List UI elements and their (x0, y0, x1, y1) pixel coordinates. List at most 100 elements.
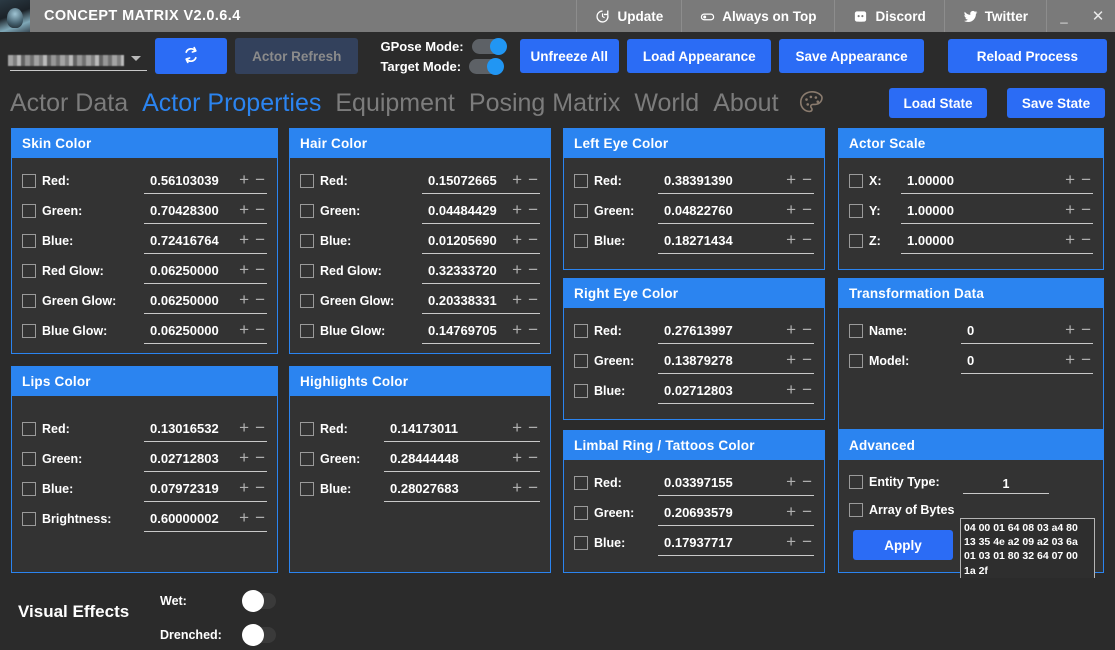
save-appearance-button[interactable]: Save Appearance (779, 39, 924, 73)
plus-icon[interactable]: + (1065, 321, 1075, 338)
minus-icon[interactable]: − (1081, 231, 1091, 248)
field-checkbox[interactable] (574, 174, 588, 188)
discord-button[interactable]: Discord (834, 0, 943, 32)
plus-icon[interactable]: + (512, 321, 522, 338)
field-value[interactable]: 0.56103039 (144, 173, 239, 188)
field-value[interactable]: 0.06250000 (144, 263, 239, 278)
field-value[interactable]: 0.28027683 (384, 481, 512, 496)
plus-icon[interactable]: + (786, 351, 796, 368)
plus-icon[interactable]: + (1065, 201, 1075, 218)
drenched-effect-toggle[interactable] (242, 624, 276, 646)
save-state-button[interactable]: Save State (1007, 88, 1105, 118)
plus-icon[interactable]: + (1065, 171, 1075, 188)
refresh-button[interactable] (155, 38, 228, 74)
field-value[interactable]: 0.15072665 (422, 173, 512, 188)
tab-actor-data[interactable]: Actor Data (10, 90, 128, 116)
field-value[interactable]: 1.00000 (901, 173, 1065, 188)
minus-icon[interactable]: − (802, 381, 812, 398)
field-value[interactable]: 0 (961, 323, 1065, 338)
update-button[interactable]: Update (576, 0, 681, 32)
field-value[interactable]: 0.07972319 (144, 481, 239, 496)
minus-icon[interactable]: − (255, 291, 265, 308)
field-value[interactable]: 1.00000 (901, 233, 1065, 248)
minus-icon[interactable]: − (528, 261, 538, 278)
field-checkbox[interactable] (22, 324, 36, 338)
field-checkbox[interactable] (22, 422, 36, 436)
field-checkbox[interactable] (574, 506, 588, 520)
plus-icon[interactable]: + (786, 321, 796, 338)
plus-icon[interactable]: + (1065, 351, 1075, 368)
field-value[interactable]: 0.04822760 (658, 203, 786, 218)
minus-icon[interactable]: − (1081, 171, 1091, 188)
field-checkbox[interactable] (849, 324, 863, 338)
minus-icon[interactable]: − (1081, 351, 1091, 368)
field-value[interactable]: 0.32333720 (422, 263, 512, 278)
field-value[interactable]: 0.04484429 (422, 203, 512, 218)
field-value[interactable]: 0.70428300 (144, 203, 239, 218)
plus-icon[interactable]: + (1065, 231, 1075, 248)
field-checkbox[interactable] (574, 234, 588, 248)
field-checkbox[interactable] (574, 324, 588, 338)
field-value[interactable]: 0.72416764 (144, 233, 239, 248)
minus-icon[interactable]: − (255, 231, 265, 248)
plus-icon[interactable]: + (786, 503, 796, 520)
plus-icon[interactable]: + (512, 261, 522, 278)
tab-equipment[interactable]: Equipment (335, 90, 455, 116)
field-checkbox[interactable] (300, 264, 314, 278)
field-value[interactable]: 1.00000 (901, 203, 1065, 218)
plus-icon[interactable]: + (239, 291, 249, 308)
actor-dropdown[interactable] (8, 39, 148, 73)
field-checkbox[interactable] (22, 482, 36, 496)
minus-icon[interactable]: − (802, 171, 812, 188)
field-value[interactable]: 0.20338331 (422, 293, 512, 308)
minus-icon[interactable]: − (255, 261, 265, 278)
field-checkbox[interactable] (574, 354, 588, 368)
field-checkbox[interactable] (300, 324, 314, 338)
field-value[interactable]: 0.20693579 (658, 505, 786, 520)
minus-icon[interactable]: − (802, 533, 812, 550)
unfreeze-all-button[interactable]: Unfreeze All (519, 39, 620, 73)
minus-icon[interactable]: − (528, 479, 538, 496)
minus-icon[interactable]: − (255, 321, 265, 338)
minus-icon[interactable]: − (255, 419, 265, 436)
always-on-top-button[interactable]: Always on Top (681, 0, 834, 32)
minus-icon[interactable]: − (802, 201, 812, 218)
field-value[interactable]: 0.06250000 (144, 323, 239, 338)
minus-icon[interactable]: − (802, 231, 812, 248)
field-value[interactable]: 0.38391390 (658, 173, 786, 188)
field-checkbox[interactable] (300, 204, 314, 218)
plus-icon[interactable]: + (239, 509, 249, 526)
tab-about[interactable]: About (713, 90, 778, 116)
field-checkbox[interactable] (22, 294, 36, 308)
field-checkbox[interactable] (849, 174, 863, 188)
entity-type-checkbox[interactable] (849, 475, 863, 489)
plus-icon[interactable]: + (512, 291, 522, 308)
field-checkbox[interactable] (574, 204, 588, 218)
twitter-button[interactable]: Twitter (943, 0, 1046, 32)
minus-icon[interactable]: − (1081, 201, 1091, 218)
field-value[interactable]: 0.13879278 (658, 353, 786, 368)
minimize-button[interactable]: _ (1047, 0, 1081, 32)
field-checkbox[interactable] (849, 234, 863, 248)
plus-icon[interactable]: + (239, 201, 249, 218)
field-checkbox[interactable] (22, 512, 36, 526)
field-checkbox[interactable] (300, 452, 314, 466)
field-checkbox[interactable] (300, 422, 314, 436)
minus-icon[interactable]: − (802, 351, 812, 368)
wet-effect-toggle[interactable] (242, 590, 276, 612)
minus-icon[interactable]: − (528, 449, 538, 466)
plus-icon[interactable]: + (512, 449, 522, 466)
plus-icon[interactable]: + (239, 261, 249, 278)
target-mode-toggle[interactable] (469, 57, 505, 75)
field-checkbox[interactable] (849, 354, 863, 368)
plus-icon[interactable]: + (786, 201, 796, 218)
minus-icon[interactable]: − (255, 449, 265, 466)
field-value[interactable]: 0 (961, 353, 1065, 368)
field-value[interactable]: 0.18271434 (658, 233, 786, 248)
field-value[interactable]: 0.17937717 (658, 535, 786, 550)
gpose-mode-toggle[interactable] (471, 37, 507, 55)
array-of-bytes-textarea[interactable]: 04 00 01 64 08 03 a4 80 13 35 4e a2 09 a… (960, 518, 1095, 580)
field-checkbox[interactable] (22, 174, 36, 188)
array-of-bytes-checkbox[interactable] (849, 503, 863, 517)
color-palette-icon[interactable] (797, 88, 827, 118)
